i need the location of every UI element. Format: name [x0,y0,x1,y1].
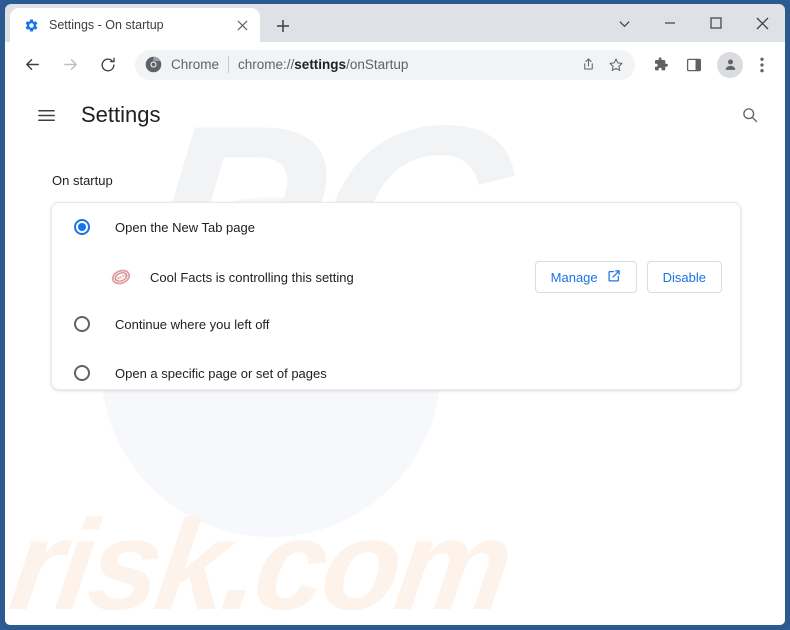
close-icon[interactable] [232,15,252,35]
star-icon[interactable] [603,52,629,78]
close-icon[interactable] [739,4,785,42]
url-prefix: chrome:// [238,57,294,72]
chrome-logo-icon [145,56,163,74]
maximize-icon[interactable] [693,4,739,42]
radio-option-continue-where-left-off[interactable]: Continue where you left off [52,300,742,348]
radio-button[interactable] [74,219,90,235]
browser-window: Settings - On startup [0,0,790,630]
omnibox-url: chrome://settings/onStartup [238,57,573,72]
radio-option-new-tab-page[interactable]: Open the New Tab page [52,203,742,251]
tab-title: Settings - On startup [49,18,232,32]
arrow-forward-icon [55,50,85,80]
minimize-icon[interactable] [647,4,693,42]
radio-button[interactable] [74,316,90,332]
radio-option-specific-pages[interactable]: Open a specific page or set of pages [52,349,742,397]
extension-notice-text: Cool Facts is controlling this setting [150,270,354,285]
url-path-bold: settings [294,57,346,72]
share-icon[interactable] [575,52,601,78]
avatar-icon[interactable] [717,52,743,78]
radio-label: Continue where you left off [115,317,269,332]
three-dot-menu-icon[interactable] [747,50,777,80]
manage-button-label: Manage [551,270,598,285]
hamburger-menu-icon[interactable] [29,98,63,132]
address-bar[interactable]: Chrome chrome://settings/onStartup [135,50,635,80]
watermark-risk: risk.com [5,492,518,625]
on-startup-card: Open the New Tab page FACTS Cool Facts i… [51,202,741,390]
arrow-back-icon[interactable] [17,50,47,80]
disable-button[interactable]: Disable [647,261,722,293]
radio-label: Open the New Tab page [115,220,255,235]
manage-button[interactable]: Manage [535,261,637,293]
disable-button-label: Disable [663,270,706,285]
radio-button[interactable] [74,365,90,381]
page-title: Settings [81,102,161,128]
extension-notice-row: FACTS Cool Facts is controlling this set… [52,251,742,303]
window-controls [601,4,785,42]
side-panel-icon[interactable] [679,50,709,80]
settings-gear-icon [23,17,39,33]
search-icon[interactable] [733,98,767,132]
extension-notice-actions: Manage Disable [535,261,722,293]
section-label: On startup [52,173,113,188]
open-in-new-icon [607,269,621,286]
omnibox-divider [228,56,229,73]
browser-toolbar: Chrome chrome://settings/onStartup [5,42,785,87]
radio-label: Open a specific page or set of pages [115,366,327,381]
puzzle-piece-icon[interactable] [645,50,675,80]
chevron-down-icon[interactable] [601,4,647,42]
url-suffix: /onStartup [346,57,408,72]
new-tab-button[interactable] [269,13,297,39]
settings-header: Settings [5,87,785,143]
omnibox-site-label: Chrome [171,57,219,72]
browser-tab[interactable]: Settings - On startup [10,8,260,42]
tab-strip: Settings - On startup [5,4,785,42]
cool-facts-extension-icon: FACTS [110,266,132,288]
reload-icon[interactable] [93,50,123,80]
settings-page: PC risk.com Settings On startup Open [5,87,785,625]
